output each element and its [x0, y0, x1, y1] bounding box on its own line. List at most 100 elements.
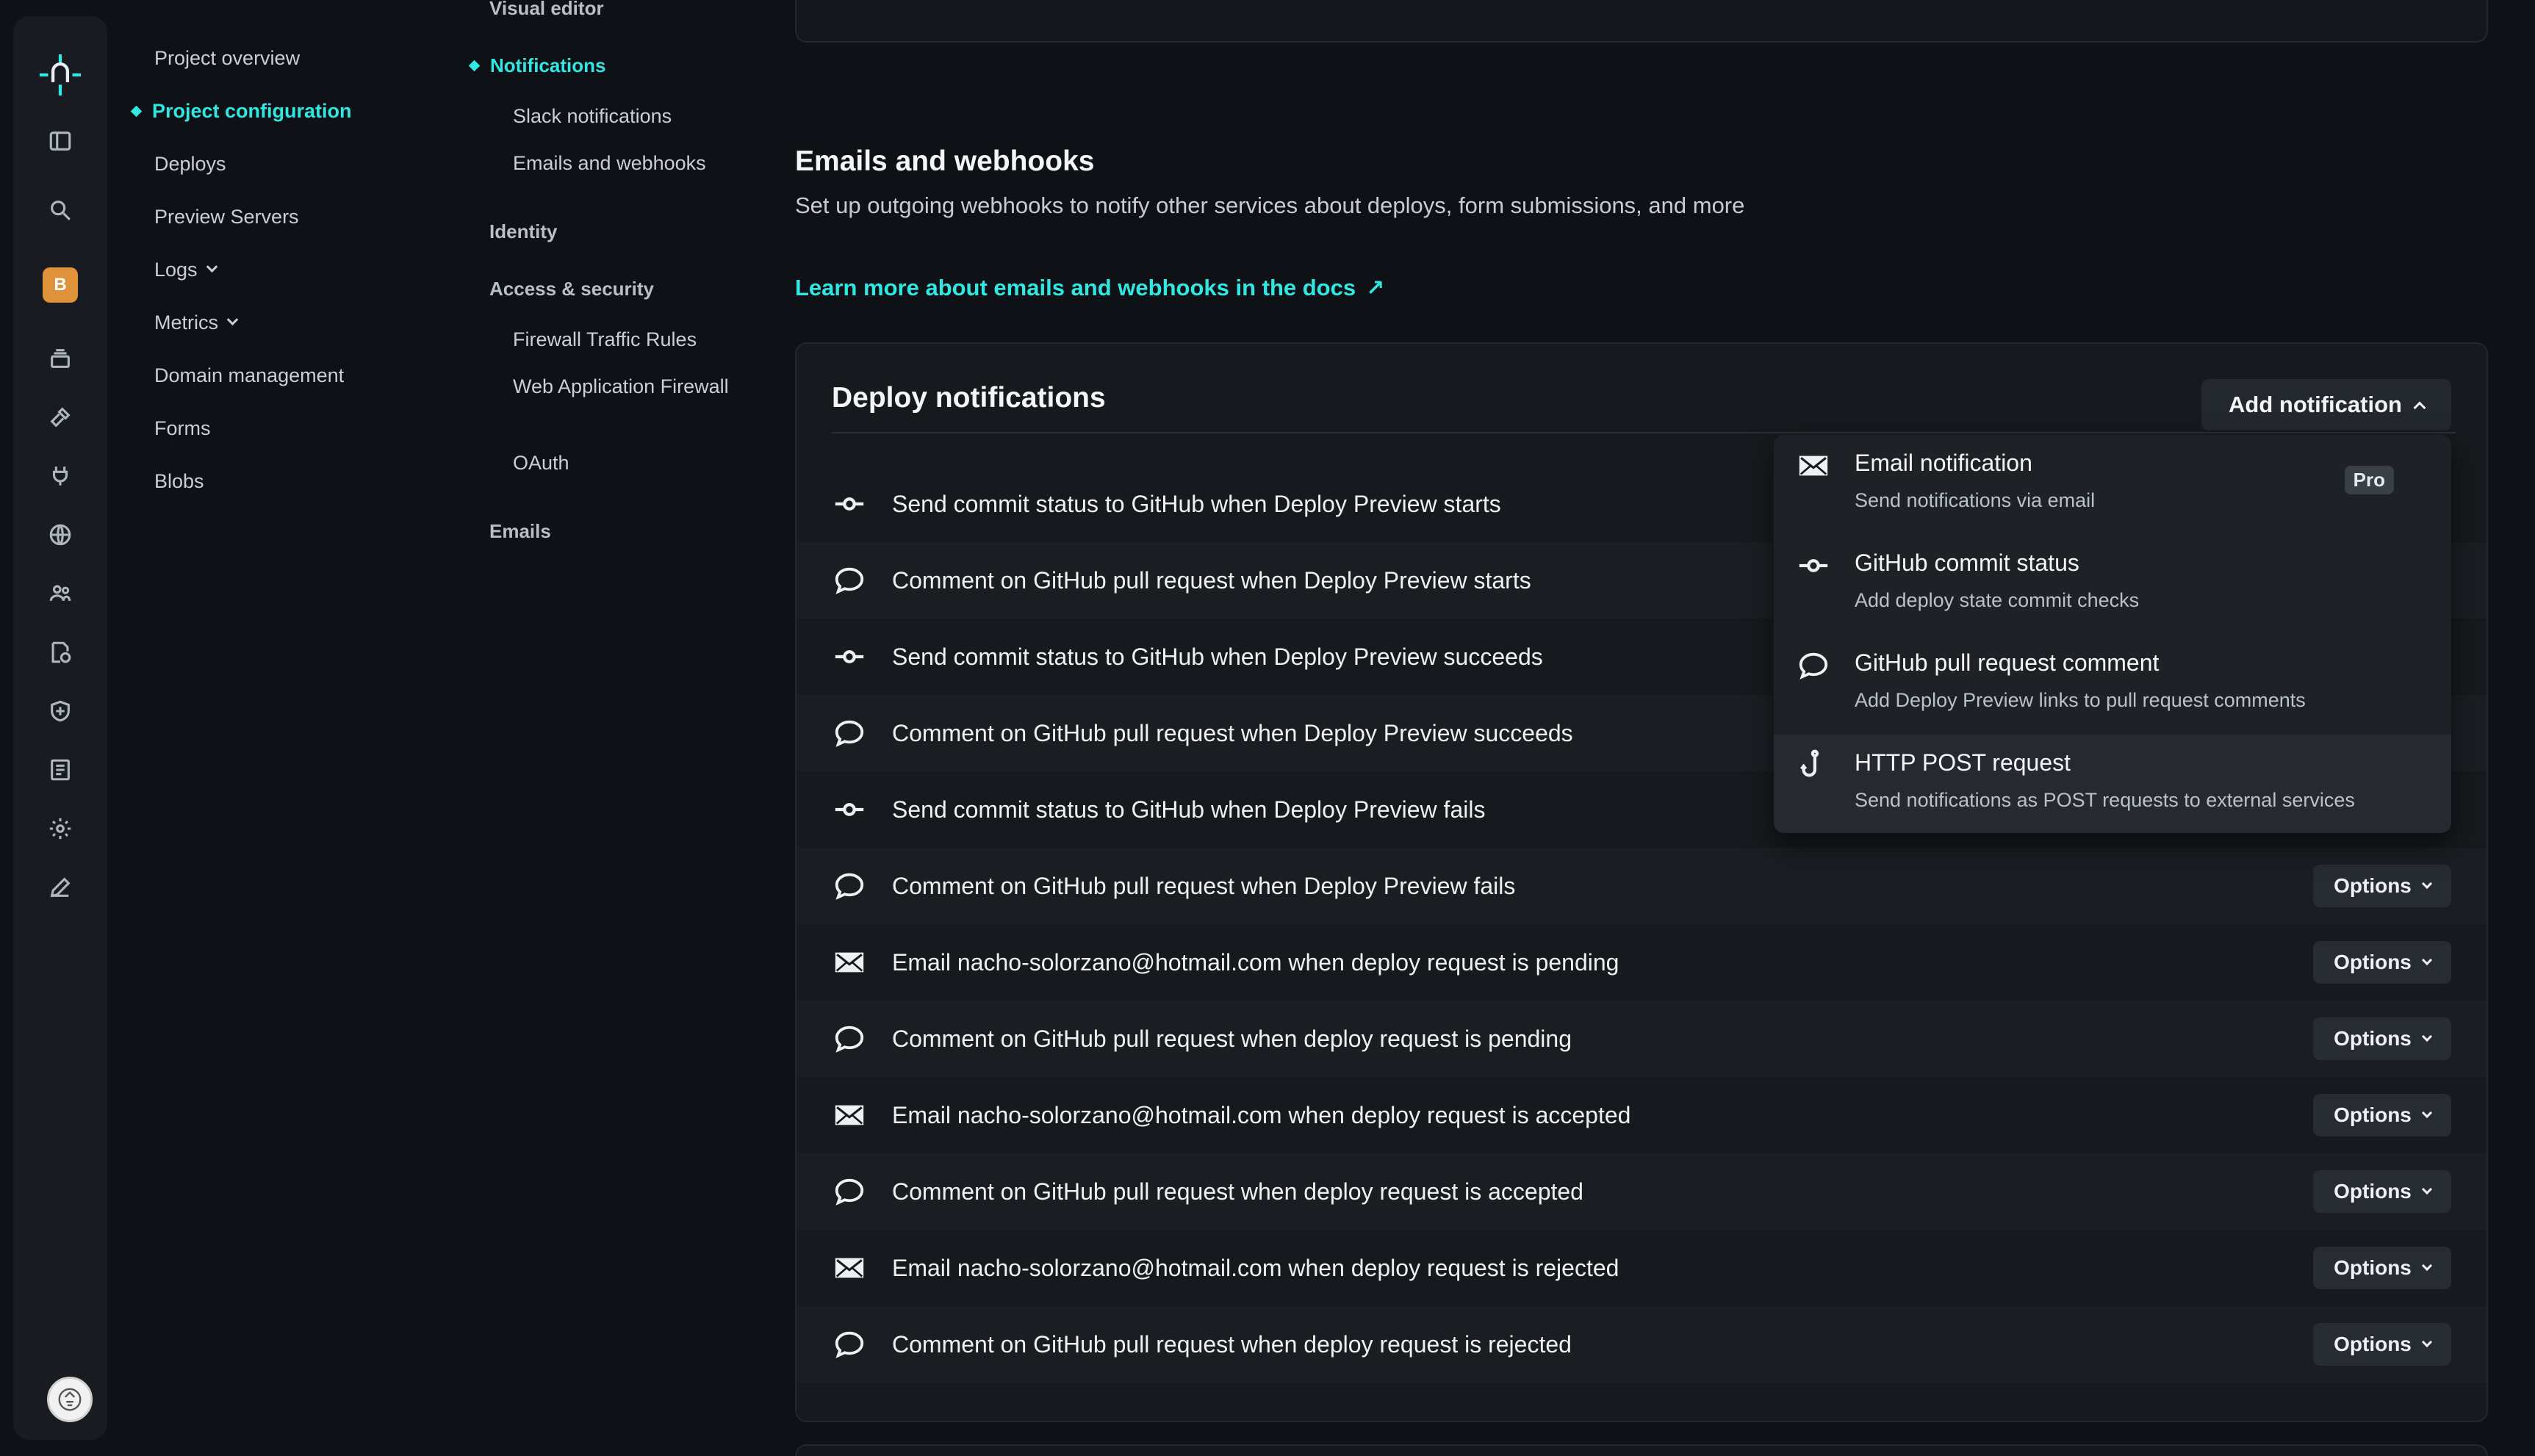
builds-hammer-icon[interactable] — [13, 395, 107, 439]
options-label: Options — [2334, 1180, 2412, 1203]
subnav-identity[interactable]: Identity — [489, 220, 557, 243]
projects-icon[interactable] — [13, 336, 107, 381]
subnav-emails-and-webhooks[interactable]: Emails and webhooks — [513, 148, 777, 178]
docs-link-label: Learn more about emails and webhooks in … — [795, 275, 1356, 300]
add-notification-menu: Email notification Send notifications via… — [1774, 435, 2451, 833]
notification-text: Comment on GitHub pull request when depl… — [892, 1178, 1583, 1205]
subnav-oauth[interactable]: OAuth — [513, 448, 777, 477]
nav-blobs[interactable]: Blobs — [154, 470, 204, 493]
user-avatar[interactable] — [47, 1377, 93, 1422]
nav-label: Domain management — [154, 364, 345, 386]
subnav-access-security[interactable]: Access & security — [489, 278, 654, 300]
netlify-logo-icon[interactable] — [13, 53, 107, 97]
options-label: Options — [2334, 1027, 2412, 1050]
menu-item-description: Send notifications via email — [1855, 489, 2096, 511]
nav-label: Logs — [154, 259, 198, 281]
nav-project-configuration[interactable]: Project configuration — [130, 100, 352, 123]
audit-log-icon[interactable] — [13, 748, 107, 792]
options-button[interactable]: Options — [2313, 1094, 2451, 1136]
billing-icon[interactable] — [13, 630, 107, 674]
search-icon[interactable] — [13, 188, 107, 232]
notification-row: Comment on GitHub pull request when depl… — [797, 1306, 2487, 1383]
avatar-emblem-icon — [58, 1388, 82, 1411]
notification-text: Send commit status to GitHub when Deploy… — [892, 490, 1501, 517]
external-arrow-icon: ↗ — [1366, 275, 1385, 300]
nav-logs[interactable]: Logs — [154, 259, 217, 281]
nav-deploys[interactable]: Deploys — [154, 153, 226, 176]
options-label: Options — [2334, 1256, 2412, 1279]
subnav-web-application-firewall[interactable]: Web Application Firewall — [513, 372, 777, 401]
chevron-down-icon — [226, 314, 239, 326]
notification-text: Comment on GitHub pull request when Depl… — [892, 872, 1516, 899]
notification-text: Send commit status to GitHub when Deploy… — [892, 796, 1486, 823]
menu-item-description: Send notifications as POST requests to e… — [1855, 789, 2355, 811]
sidebar-toggle-icon[interactable] — [13, 119, 107, 163]
chevron-down-icon — [2421, 954, 2432, 966]
subnav-visual-editor[interactable]: Visual editor — [489, 0, 604, 20]
git-commit-icon — [832, 792, 867, 827]
settings-gear-icon[interactable] — [13, 807, 107, 851]
icon-rail: B — [13, 16, 107, 1440]
options-button[interactable]: Options — [2313, 1323, 2451, 1366]
options-label: Options — [2334, 1103, 2412, 1126]
comment-bubble-icon — [1794, 646, 1833, 685]
add-notification-label: Add notification — [2229, 392, 2402, 417]
options-button[interactable]: Options — [2313, 865, 2451, 907]
active-diamond-icon — [130, 105, 143, 118]
nav-label: Project overview — [154, 47, 301, 69]
menu-item-github-commit-status[interactable]: GitHub commit status Add deploy state com… — [1774, 535, 2451, 635]
notification-row: Email nacho-solorzano@hotmail.com when d… — [797, 1077, 2487, 1153]
chevron-down-icon — [2421, 878, 2432, 890]
docs-link[interactable]: Learn more about emails and webhooks in … — [795, 275, 1384, 301]
notification-text: Comment on GitHub pull request when Depl… — [892, 566, 1531, 594]
subnav-firewall-traffic-rules[interactable]: Firewall Traffic Rules — [513, 325, 777, 354]
comment-bubble-icon — [832, 716, 867, 751]
notification-text: Comment on GitHub pull request when Depl… — [892, 719, 1573, 746]
edit-pencil-icon[interactable] — [13, 865, 107, 909]
menu-item-email-notification[interactable]: Email notification Send notifications via… — [1774, 435, 2451, 535]
menu-item-title: HTTP POST request — [1855, 749, 2071, 776]
nav-project-overview[interactable]: Project overview — [154, 47, 300, 70]
members-icon[interactable] — [13, 572, 107, 616]
chevron-down-icon — [2421, 1260, 2432, 1272]
options-label: Options — [2334, 1333, 2412, 1355]
notification-row: Comment on GitHub pull request when Depl… — [797, 848, 2487, 924]
comment-bubble-icon — [832, 563, 867, 598]
previous-section-card — [795, 0, 2488, 43]
extensions-plug-icon[interactable] — [13, 454, 107, 498]
nav-label: Metrics — [154, 311, 218, 334]
menu-item-description: Add deploy state commit checks — [1855, 589, 2140, 611]
subnav-notifications[interactable]: Notifications — [468, 54, 605, 77]
notification-row: Comment on GitHub pull request when depl… — [797, 1153, 2487, 1230]
notification-text: Send commit status to GitHub when Deploy… — [892, 643, 1543, 670]
section-title: Emails and webhooks — [795, 145, 1095, 177]
team-switcher[interactable]: B — [13, 263, 107, 307]
card-title: Deploy notifications — [832, 382, 1106, 414]
menu-item-title: GitHub commit status — [1855, 549, 2079, 576]
menu-item-github-pr-comment[interactable]: GitHub pull request comment Add Deploy Pr… — [1774, 635, 2451, 735]
next-section-card — [795, 1444, 2488, 1456]
nav-domain-management[interactable]: Domain management — [154, 364, 344, 387]
options-button[interactable]: Options — [2313, 1017, 2451, 1060]
chevron-down-icon — [2421, 1107, 2432, 1119]
chevron-down-icon — [206, 261, 217, 273]
options-button[interactable]: Options — [2313, 1170, 2451, 1213]
options-button[interactable]: Options — [2313, 1247, 2451, 1289]
add-notification-button[interactable]: Add notification — [2201, 379, 2451, 430]
domains-globe-icon[interactable] — [13, 513, 107, 557]
section-description: Set up outgoing webhooks to notify other… — [795, 192, 1745, 218]
nav-preview-servers[interactable]: Preview Servers — [154, 206, 299, 228]
security-shield-icon[interactable] — [13, 689, 107, 733]
envelope-icon — [832, 945, 867, 980]
subnav-emails[interactable]: Emails — [489, 520, 551, 543]
comment-bubble-icon — [832, 1327, 867, 1362]
webhook-hook-icon — [1794, 746, 1833, 785]
nav-metrics[interactable]: Metrics — [154, 311, 239, 334]
nav-forms[interactable]: Forms — [154, 417, 211, 440]
menu-item-description: Add Deploy Preview links to pull request… — [1855, 689, 2306, 711]
options-button[interactable]: Options — [2313, 941, 2451, 984]
subnav-slack-notifications[interactable]: Slack notifications — [513, 101, 777, 131]
menu-item-http-post-request[interactable]: HTTP POST request Send notifications as P… — [1774, 735, 2451, 833]
menu-item-title: GitHub pull request comment — [1855, 649, 2160, 676]
comment-bubble-icon — [832, 868, 867, 904]
